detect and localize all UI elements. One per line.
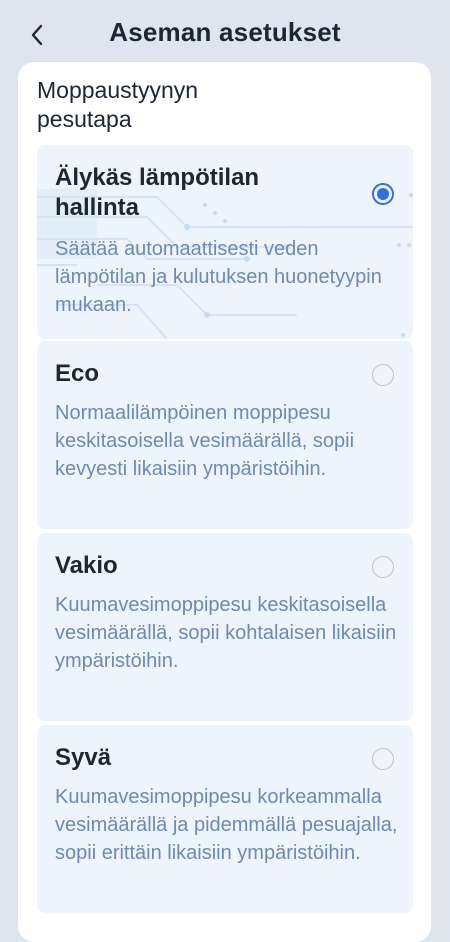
option-description: Kuumavesimoppipesu korkeammalla vesimäär… xyxy=(55,786,398,864)
option-standard[interactable]: Vakio Kuumavesimoppipesu keskitasoisella… xyxy=(37,533,413,721)
option-title: Syvä xyxy=(55,744,112,771)
top-bar: Aseman asetukset xyxy=(0,0,450,68)
radio-button[interactable] xyxy=(372,364,394,386)
option-title: Eco xyxy=(55,360,100,387)
section-title: Moppaustyynyn pesutapa xyxy=(37,77,199,132)
option-deep[interactable]: Syvä Kuumavesimoppipesu korkeammalla ves… xyxy=(37,725,413,913)
radio-button[interactable] xyxy=(372,556,394,578)
option-description: Säätää automaattisesti veden lämpötilan … xyxy=(55,238,382,316)
option-smart-temperature[interactable]: Älykäs lämpötilan hallinta Säätää automa… xyxy=(37,145,413,339)
option-title: Älykäs lämpötilan hallinta xyxy=(55,164,260,221)
settings-card: Moppaustyynyn pesutapa Älykäs lämpötilan… xyxy=(18,62,431,942)
radio-button[interactable] xyxy=(372,748,394,770)
radio-dot xyxy=(377,188,389,200)
option-description: Normaalilämpöinen moppipesu keskitasoise… xyxy=(55,402,355,480)
option-eco[interactable]: Eco Normaalilämpöinen moppipesu keskitas… xyxy=(37,341,413,529)
page-title: Aseman asetukset xyxy=(109,17,341,47)
radio-button-selected[interactable] xyxy=(372,183,394,205)
option-title: Vakio xyxy=(55,552,118,579)
option-description: Kuumavesimoppipesu keskitasoisella vesim… xyxy=(55,594,397,672)
